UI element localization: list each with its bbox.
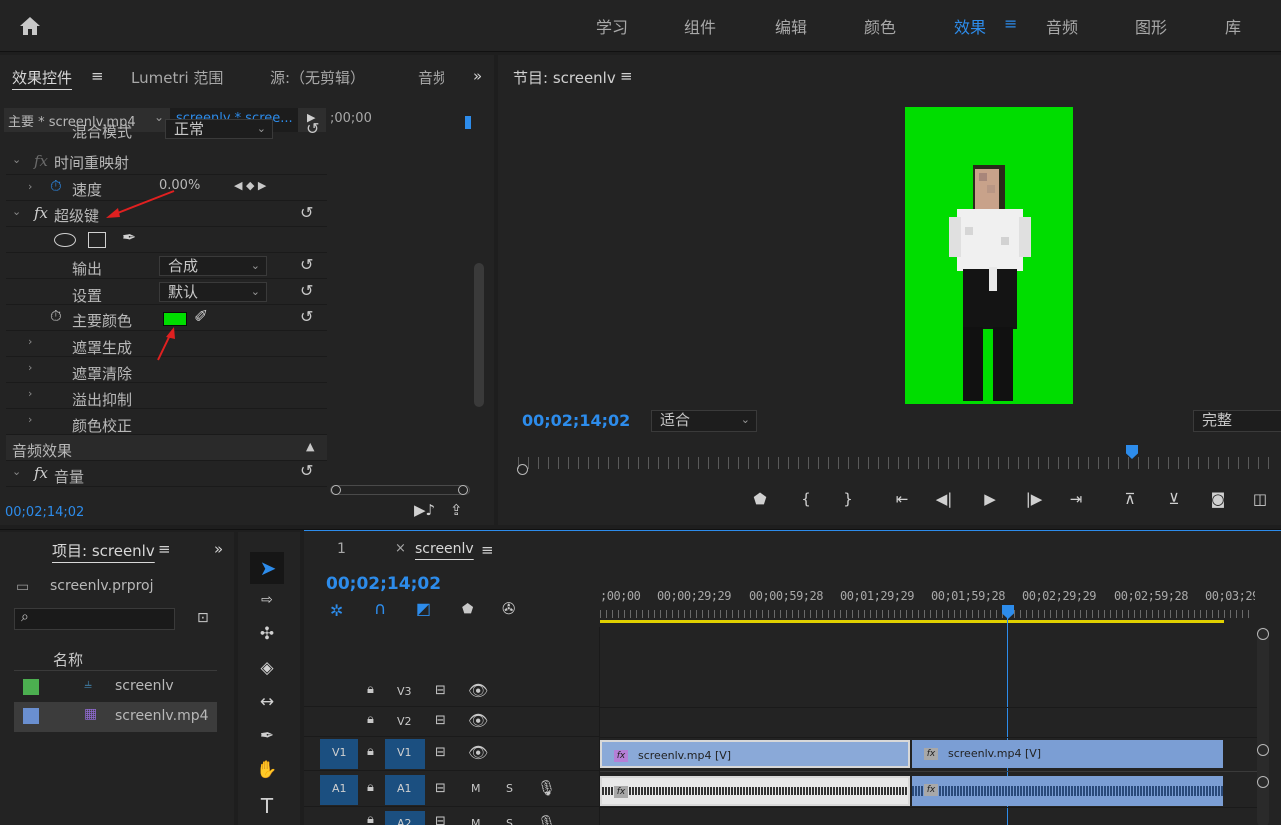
annotation-arrows xyxy=(106,190,175,361)
